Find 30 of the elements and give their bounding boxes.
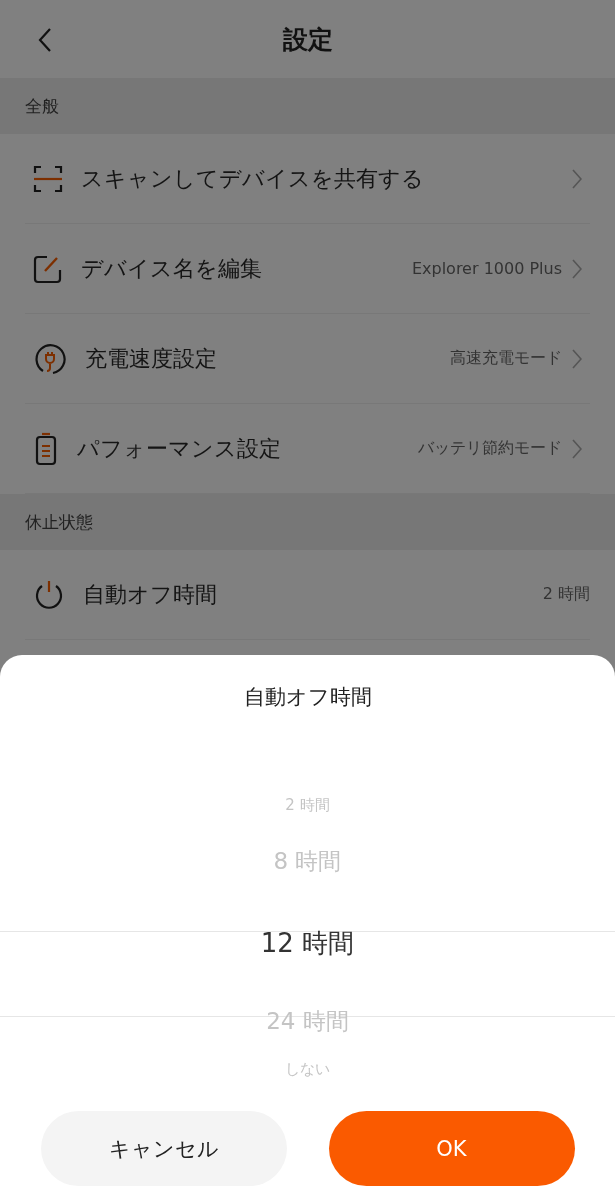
row-value: バッテリ節約モード xyxy=(418,438,562,459)
row-label: スキャンしてデバイスを共有する xyxy=(81,164,425,193)
ok-button[interactable]: OK xyxy=(328,1111,575,1186)
back-icon[interactable] xyxy=(38,27,52,53)
chevron-icon xyxy=(572,258,582,279)
battery-icon xyxy=(33,431,59,466)
row-label: 充電速度設定 xyxy=(85,344,218,373)
chevron-icon xyxy=(572,348,582,369)
chevron-icon xyxy=(572,438,582,459)
settings-row[interactable]: デバイス名を編集 Explorer 1000 Plus xyxy=(25,224,590,314)
section-header: 全般 xyxy=(25,94,59,118)
edit-icon xyxy=(33,253,63,284)
settings-row[interactable]: 充電速度設定 高速充電モード xyxy=(25,314,590,404)
row-label: デバイス名を編集 xyxy=(81,254,263,283)
sheet-title: 自動オフ時間 xyxy=(243,684,372,711)
row-value: 2 時間 xyxy=(542,584,590,605)
row-value: 高速充電モード xyxy=(450,348,562,369)
power-icon xyxy=(33,578,65,611)
row-label: パフォーマンス設定 xyxy=(77,434,282,463)
row-value: Explorer 1000 Plus xyxy=(411,259,562,278)
settings-row[interactable]: スキャンしてデバイスを共有する xyxy=(25,134,590,224)
chevron-icon xyxy=(572,168,582,189)
section-header: 休止状態 xyxy=(25,510,93,534)
picker-option[interactable]: 12 時間 xyxy=(260,928,355,960)
page-title: 設定 xyxy=(282,23,333,56)
scan-icon xyxy=(33,163,63,194)
cancel-button[interactable]: キャンセル xyxy=(40,1111,287,1186)
row-label: 自動オフ時間 xyxy=(83,580,218,609)
settings-row[interactable]: 自動オフ時間 2 時間 xyxy=(25,550,590,640)
charging-plug-icon xyxy=(33,341,67,376)
